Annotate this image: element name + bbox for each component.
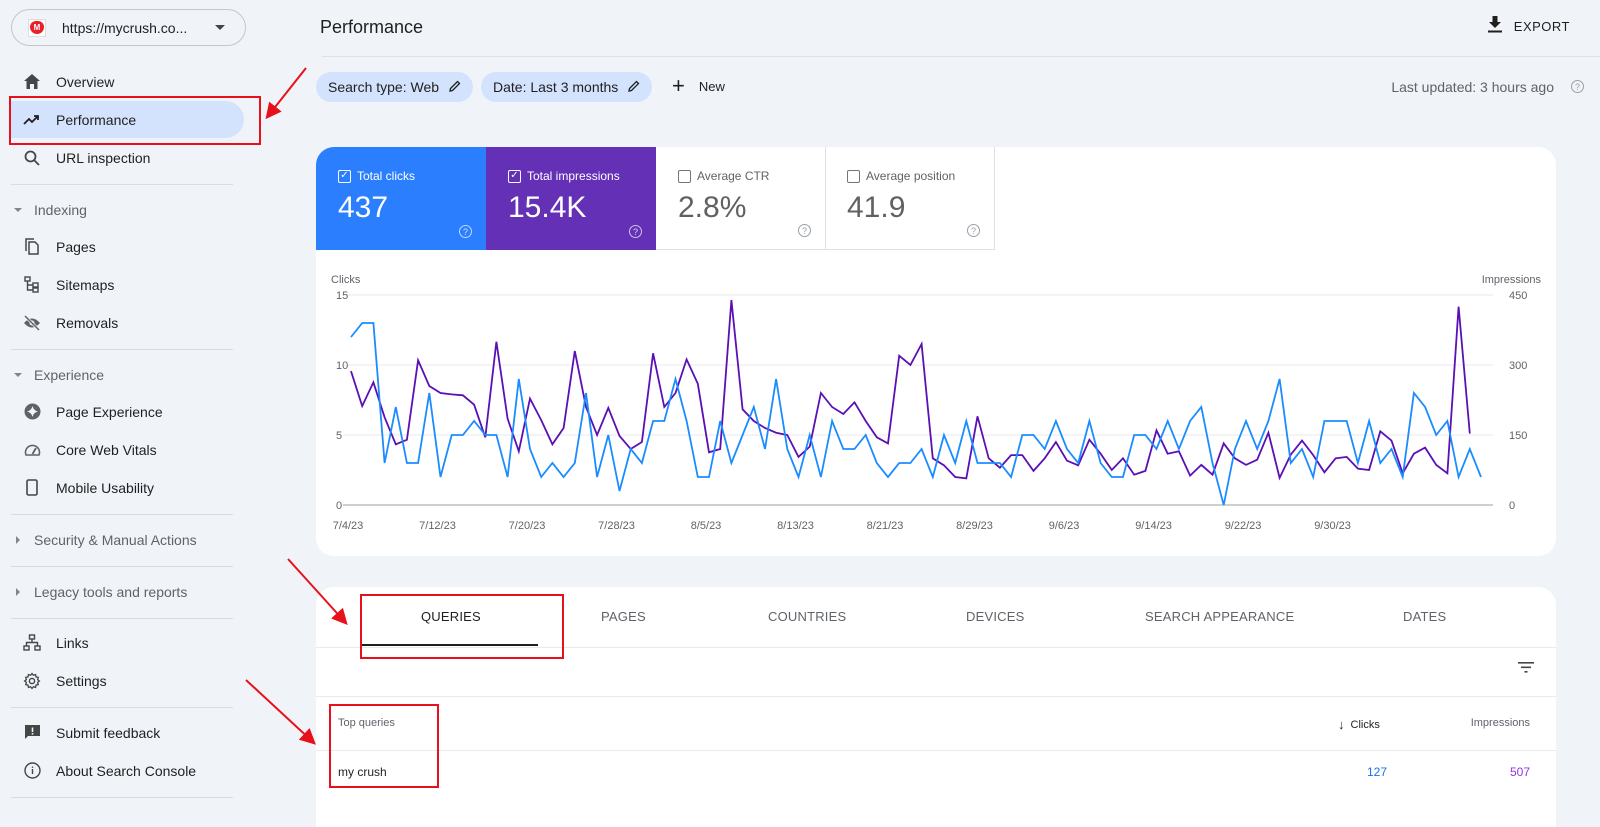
arrow-icon <box>287 558 348 625</box>
arrow-icon <box>265 67 307 120</box>
annotation-arrows <box>245 67 348 745</box>
arrow-icon <box>245 679 316 745</box>
